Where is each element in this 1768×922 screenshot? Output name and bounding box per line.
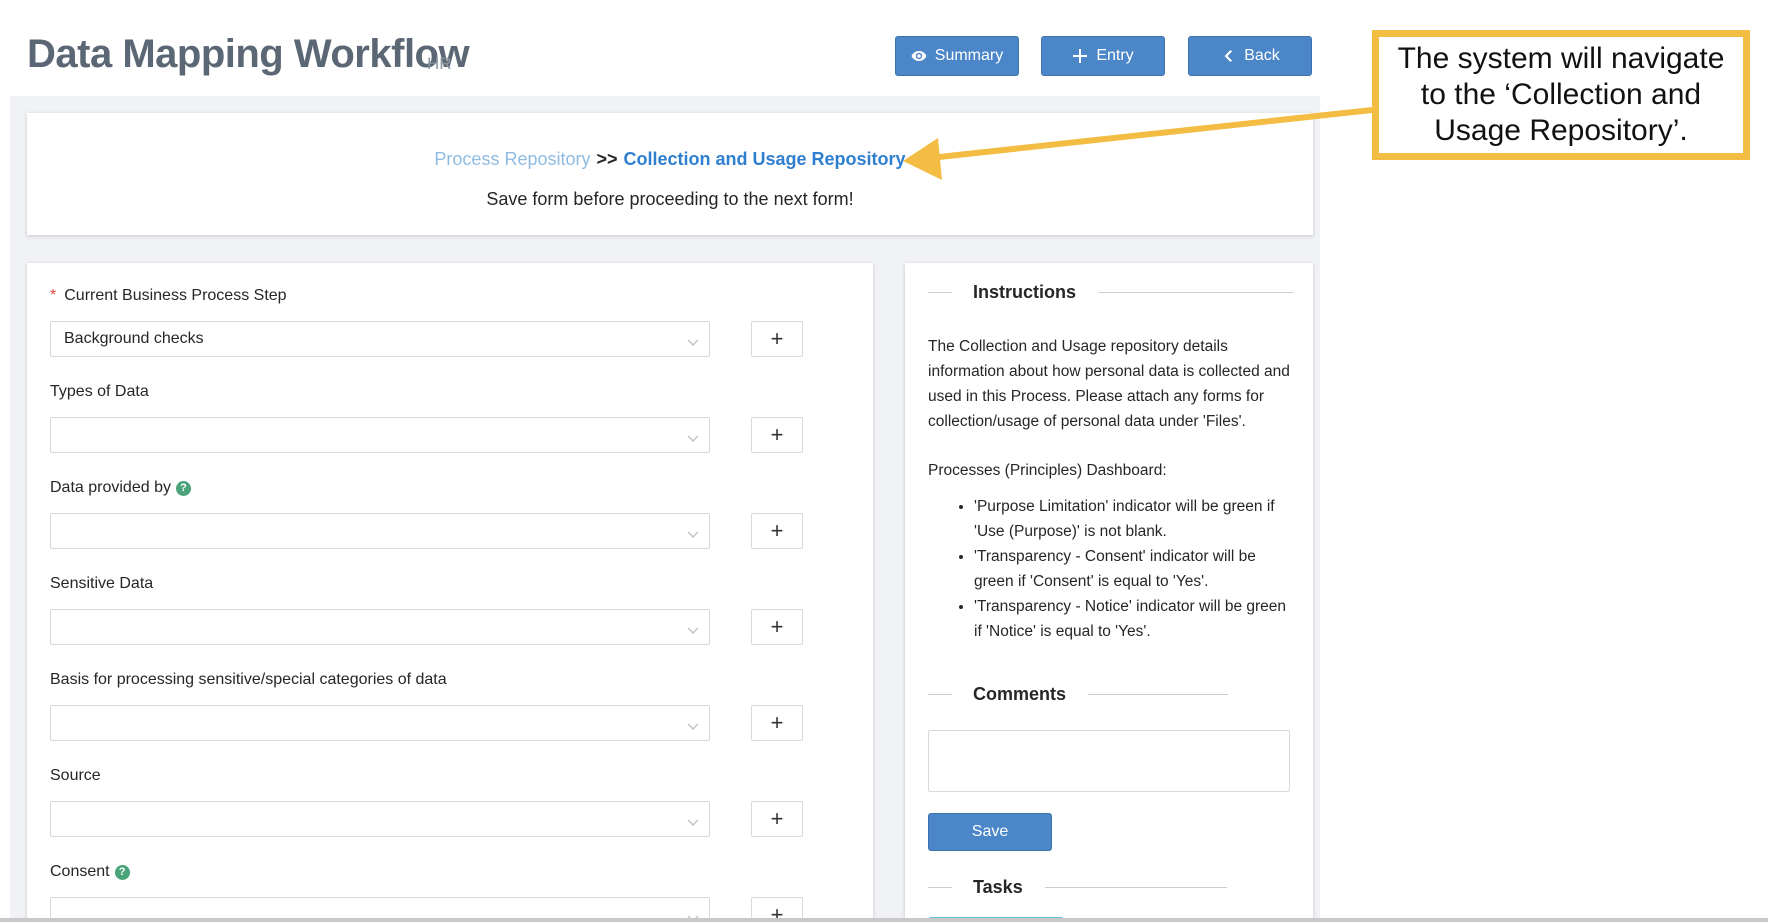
list-item: 'Transparency - Consent' indicator will … [974,544,1298,594]
summary-button[interactable]: Summary [895,36,1019,76]
add-source-button[interactable]: + [751,801,803,837]
help-icon[interactable]: ? [175,480,191,496]
chevron-down-icon [687,718,699,730]
callout-text: The system will navigate to the ‘Collect… [1397,42,1725,147]
business-process-step-select[interactable]: Background checks [50,321,710,357]
summary-button-label: Summary [934,47,1004,64]
save-warning-text: Save form before proceeding to the next … [486,189,854,209]
field-label: Source [50,767,101,784]
instructions-title: Instructions [973,281,1077,302]
back-button-label: Back [1244,47,1280,64]
annotation-callout: The system will navigate to the ‘Collect… [1372,30,1750,160]
breadcrumb-parent-link[interactable]: Process Repository [434,149,590,169]
list-item: 'Purpose Limitation' indicator will be g… [974,494,1298,544]
field-label: Current Business Process Step [64,287,287,304]
add-business-process-step-button[interactable]: + [751,321,803,357]
field-basis-for-processing: Basis for processing sensitive/special c… [50,670,803,741]
dashboard-text: Processes (Principles) Dashboard: [928,462,1167,479]
breadcrumb: Process Repository >> Collection and Usage… [27,149,1313,170]
sensitive-data-select[interactable] [50,609,710,645]
chevron-down-icon [687,526,699,538]
field-label: Consent [50,863,110,880]
eye-icon [911,51,927,61]
basis-for-processing-select[interactable] [50,705,710,741]
field-label: Basis for processing sensitive/special c… [50,671,447,688]
types-of-data-select[interactable] [50,417,710,453]
comments-title: Comments [973,683,1067,704]
comments-heading: Comments [928,683,1229,705]
list-item: 'Transparency - Notice' indicator will b… [974,594,1298,644]
breadcrumb-separator: >> [596,149,618,169]
dashboard-rules-list: 'Purpose Limitation' indicator will be g… [928,494,1298,644]
entry-button-label: Entry [1096,47,1134,64]
back-button[interactable]: Back [1188,36,1312,76]
field-types-of-data: Types of Data + [50,382,803,453]
chevron-left-icon [1224,50,1233,62]
chevron-down-icon [687,814,699,826]
chevron-down-icon [687,334,699,346]
field-source: Source + [50,766,803,837]
breadcrumb-card: Process Repository >> Collection and Usage… [27,113,1313,235]
chevron-down-icon [687,430,699,442]
select-value: Background checks [64,330,204,347]
side-panel: Instructions The Collection and Usage re… [905,263,1313,922]
help-icon[interactable]: ? [114,864,130,880]
comments-textarea[interactable] [928,730,1290,792]
field-data-provided-by: Data provided by? + [50,478,803,549]
field-current-business-process-step: * Current Business Process Step Backgroun… [50,286,803,357]
instructions-heading: Instructions [928,281,1295,303]
tasks-heading: Tasks [928,876,1227,898]
required-marker: * [50,287,57,304]
add-basis-for-processing-button[interactable]: + [751,705,803,741]
entry-button[interactable]: Entry [1041,36,1165,76]
form-card: * Current Business Process Step Backgroun… [27,263,873,922]
source-select[interactable] [50,801,710,837]
field-consent: Consent? + [50,862,803,922]
add-types-of-data-button[interactable]: + [751,417,803,453]
data-provided-by-select[interactable] [50,513,710,549]
field-sensitive-data: Sensitive Data + [50,574,803,645]
field-label: Data provided by [50,479,171,496]
save-button[interactable]: Save [928,813,1052,851]
add-sensitive-data-button[interactable]: + [751,609,803,645]
page-title: Data Mapping Workflow [27,32,470,76]
chevron-down-icon [687,622,699,634]
page-subtitle: HR [427,54,452,73]
app-header: Data Mapping Workflow HR Summary Entry B… [0,0,1320,96]
window-bottom-edge [0,918,1768,922]
tasks-title: Tasks [973,876,1023,897]
instructions-text: The Collection and Usage repository deta… [928,338,1290,430]
plus-icon [1073,49,1088,63]
breadcrumb-current: Collection and Usage Repository [623,149,906,169]
field-label: Sensitive Data [50,575,154,592]
field-label: Types of Data [50,383,149,400]
add-data-provided-by-button[interactable]: + [751,513,803,549]
